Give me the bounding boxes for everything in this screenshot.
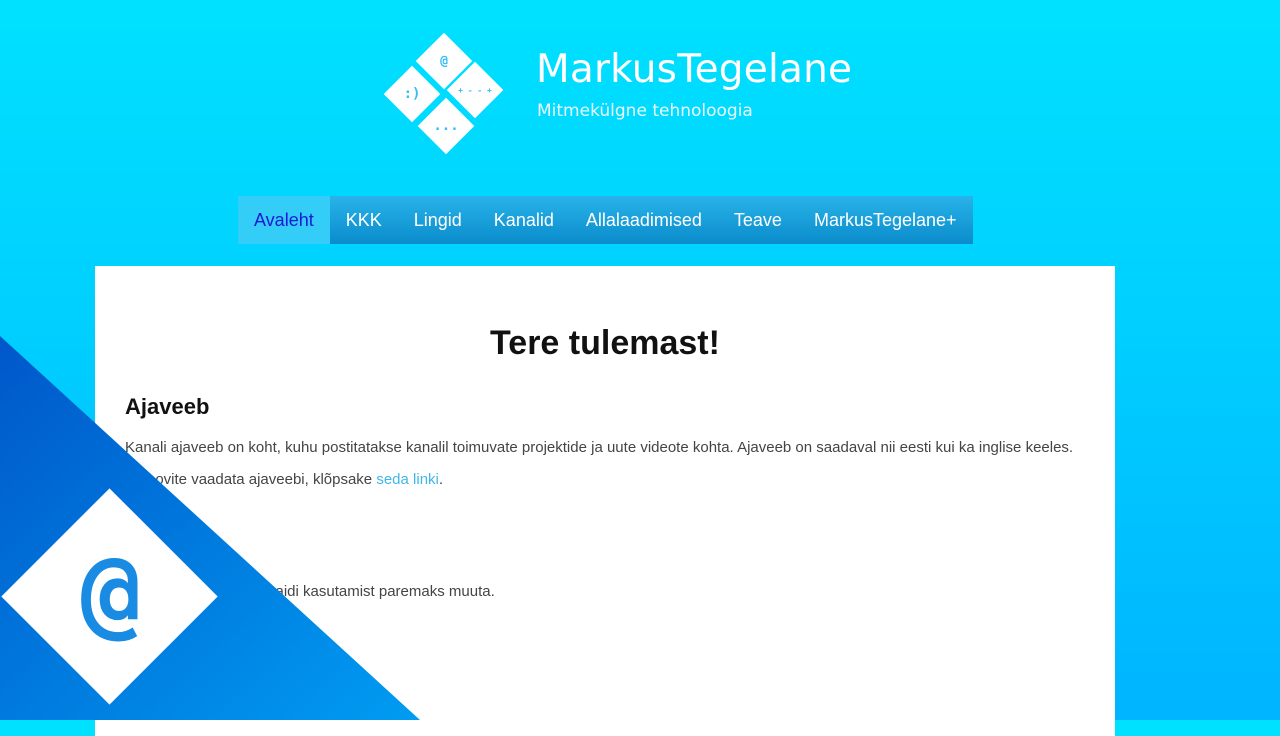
at-icon-large: @ — [80, 533, 142, 650]
dots-icon: ... — [433, 118, 459, 134]
section-title-ajaveeb: Ajaveeb — [125, 394, 210, 419]
nav-item-lingid[interactable]: Lingid — [398, 196, 478, 244]
main-nav: Avaleht KKK Lingid Kanalid Allalaadimise… — [238, 196, 973, 244]
content-card: Tere tulemast! Ajaveeb Kanali ajaveeb on… — [95, 266, 1115, 736]
nav-item-kkk[interactable]: KKK — [330, 196, 398, 244]
site-title[interactable]: MarkusTegelane — [536, 47, 852, 92]
nav-item-avaleht[interactable]: Avaleht — [238, 196, 330, 244]
nav-item-kanalid[interactable]: Kanalid — [478, 196, 570, 244]
site-logo[interactable]: @ :) + - - + ... — [383, 30, 504, 155]
nav-item-markustegelane-plus[interactable]: MarkusTegelane+ — [798, 196, 973, 244]
blog-link-suffix: . — [438, 471, 444, 488]
blog-link[interactable]: seda linki — [376, 471, 439, 488]
page-heading: Tere tulemast! — [490, 324, 720, 362]
blog-link-prefix: oovite vaadata ajaveebi, klõpsake — [147, 471, 377, 488]
nav-item-teave[interactable]: Teave — [718, 196, 798, 244]
nav-item-allalaadimised[interactable]: Allalaadimised — [570, 196, 718, 244]
blog-description: Kanali ajaveeb on koht, kuhu postitataks… — [125, 439, 1074, 456]
site-subtitle: Mitmekülgne tehnoloogia — [537, 101, 753, 121]
logo-tile-dots: ... — [417, 97, 475, 155]
gamepad-icon: + - - + — [458, 85, 492, 95]
blog-link-paragraph: oovite vaadata ajaveebi, klõpsake seda l… — [147, 471, 443, 488]
partial-paragraph: saidi kasutamist paremaks muuta. — [268, 583, 495, 600]
